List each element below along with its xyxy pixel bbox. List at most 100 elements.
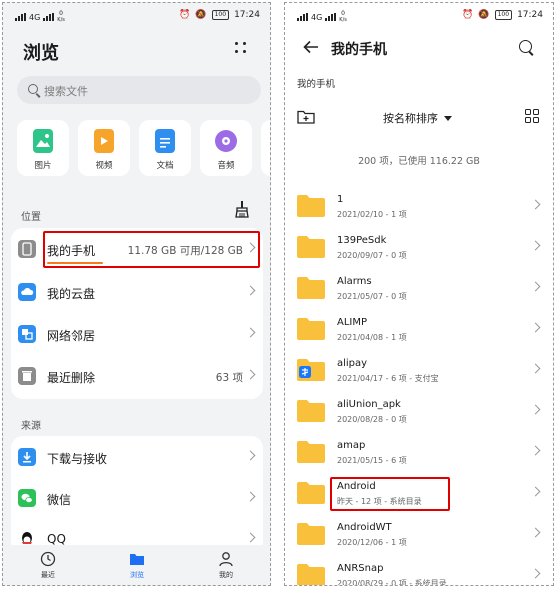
- status-bar: 4G 0 K/s ⏰ 🔕 100 17:24: [3, 3, 270, 29]
- grid-view-icon[interactable]: [525, 109, 540, 124]
- folder-name: amap: [337, 440, 366, 451]
- network-icon: [18, 325, 36, 343]
- folder-meta: 2020/08/29 - 0 项 - 系统目录: [337, 579, 447, 586]
- source-downloads[interactable]: 下载与接收: [11, 436, 263, 478]
- folder-icon: [297, 400, 325, 422]
- category-videos[interactable]: 视频: [78, 120, 130, 176]
- folder-row[interactable]: 1 2021/02/10 - 1 项: [285, 188, 553, 229]
- folder-meta: 2021/05/07 - 0 项: [337, 292, 407, 301]
- mute-icon: 🔕: [195, 10, 207, 20]
- folder-icon: [130, 554, 144, 565]
- folder-icon: [297, 441, 325, 463]
- folder-icon: [297, 277, 325, 299]
- download-icon: [18, 448, 36, 466]
- category-documents[interactable]: 文档: [139, 120, 191, 176]
- category-audio[interactable]: 音频: [200, 120, 252, 176]
- search-input[interactable]: 搜索文件: [17, 76, 261, 104]
- source-label: QQ: [47, 532, 66, 546]
- signal-icon-2: [325, 13, 337, 21]
- category-more[interactable]: [261, 120, 270, 176]
- folder-row[interactable]: aliUnion_apk 2020/08/28 - 0 项: [285, 393, 553, 434]
- search-icon[interactable]: [519, 40, 532, 53]
- browse-screen: 4G 0 K/s ⏰ 🔕 100 17:24 浏览 搜索文件 图片 视频 文档 …: [2, 2, 271, 586]
- folder-row[interactable]: amap 2021/05/15 - 6 项: [285, 434, 553, 475]
- folder-meta: 2020/08/28 - 0 项: [337, 415, 407, 424]
- folder-name: ALIMP: [337, 317, 368, 328]
- folder-meta: 昨天 - 12 项 - 系统目录: [337, 497, 422, 506]
- chevron-right-icon: [530, 363, 541, 374]
- chevron-right-icon: [245, 369, 256, 380]
- chevron-right-icon: [530, 527, 541, 538]
- folder-row[interactable]: Android 昨天 - 12 项 - 系统目录: [285, 475, 553, 516]
- folder-row[interactable]: Alarms 2021/05/07 - 0 项: [285, 270, 553, 311]
- person-icon: [219, 552, 233, 567]
- chevron-right-icon: [530, 199, 541, 210]
- folder-row[interactable]: 139PeSdk 2020/09/07 - 0 项: [285, 229, 553, 270]
- chevron-right-icon: [245, 242, 256, 253]
- chevron-right-icon: [245, 491, 256, 502]
- clock-icon: [40, 551, 56, 567]
- chevron-right-icon: [530, 568, 541, 579]
- category-label: 文档: [156, 161, 174, 171]
- sort-dropdown[interactable]: 按名称排序: [383, 110, 452, 126]
- folder-row[interactable]: ANRSnap 2020/08/29 - 0 项 - 系统目录: [285, 557, 553, 586]
- folder-name: Android: [337, 481, 376, 492]
- more-icon[interactable]: [234, 41, 248, 55]
- folder-meta: 2020/12/06 - 1 项: [337, 538, 407, 547]
- chevron-right-icon: [530, 281, 541, 292]
- storage-value: 11.78 GB 可用/128 GB: [127, 245, 243, 257]
- folder-meta: 2020/09/07 - 0 项: [337, 251, 407, 260]
- location-my-phone[interactable]: 我的手机 11.78 GB 可用/128 GB: [11, 228, 263, 270]
- folder-name: 139PeSdk: [337, 235, 387, 246]
- category-label: 视频: [95, 161, 113, 171]
- folder-meta: 2021/02/10 - 1 项: [337, 210, 407, 219]
- chevron-right-icon: [530, 240, 541, 251]
- location-my-cloud[interactable]: 我的云盘: [11, 271, 263, 313]
- bottom-nav: 最近 浏览 我的: [3, 545, 270, 585]
- chevron-right-icon: [245, 532, 256, 543]
- document-icon: [155, 129, 175, 153]
- category-images[interactable]: 图片: [17, 120, 69, 176]
- nav-label: 最近: [41, 571, 55, 579]
- sort-label: 按名称排序: [383, 112, 438, 125]
- locations-card: 我的手机 11.78 GB 可用/128 GB 我的云盘 网络邻居 最近删除 6…: [11, 228, 263, 399]
- nav-recent[interactable]: 最近: [18, 551, 78, 580]
- clock-time: 17:24: [234, 10, 260, 20]
- folder-name: ANRSnap: [337, 563, 384, 574]
- alarm-icon: ⏰: [462, 10, 474, 20]
- search-placeholder: 搜索文件: [44, 85, 88, 98]
- chevron-right-icon: [530, 404, 541, 415]
- breadcrumb[interactable]: 我的手机: [297, 76, 335, 90]
- category-label: 图片: [34, 161, 52, 171]
- nav-label: 我的: [219, 571, 233, 579]
- folder-icon: [297, 236, 325, 258]
- folder-row[interactable]: AndroidWT 2020/12/06 - 1 项: [285, 516, 553, 557]
- chevron-right-icon: [245, 285, 256, 296]
- location-label: 我的云盘: [47, 287, 96, 301]
- chevron-right-icon: [245, 327, 256, 338]
- nav-mine[interactable]: 我的: [196, 551, 256, 580]
- location-network[interactable]: 网络邻居: [11, 313, 263, 355]
- nav-browse[interactable]: 浏览: [107, 551, 167, 580]
- chevron-right-icon: [530, 322, 541, 333]
- cloud-icon: [18, 283, 36, 301]
- location-recently-deleted[interactable]: 最近删除 63 项: [11, 355, 263, 397]
- folder-row[interactable]: ALIMP 2021/04/08 - 1 项: [285, 311, 553, 352]
- phone-icon: [18, 240, 36, 258]
- nav-label: 浏览: [130, 571, 144, 579]
- locations-header: 位置: [21, 212, 41, 223]
- status-bar: 4G 0 K/s ⏰ 🔕 100 17:24: [285, 3, 553, 29]
- source-wechat[interactable]: 微信: [11, 477, 263, 519]
- chevron-right-icon: [245, 450, 256, 461]
- folder-row[interactable]: alipay 2021/04/17 - 6 项 - 支付宝: [285, 352, 553, 393]
- source-label: 微信: [47, 493, 72, 507]
- folder-icon: [297, 482, 325, 504]
- sources-header: 来源: [21, 421, 41, 432]
- folder-name: aliUnion_apk: [337, 399, 401, 410]
- back-arrow-icon[interactable]: [303, 40, 319, 54]
- cleanup-icon[interactable]: [234, 200, 250, 218]
- folder-icon: [297, 195, 325, 217]
- new-folder-icon[interactable]: [297, 110, 315, 124]
- deleted-count: 63 项: [215, 372, 243, 384]
- folder-name: AndroidWT: [337, 522, 392, 533]
